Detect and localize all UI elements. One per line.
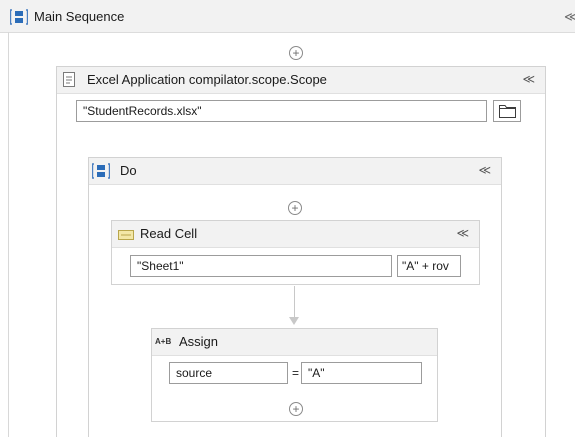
add-activity-icon[interactable]: + — [289, 402, 303, 416]
add-activity-icon[interactable]: + — [288, 201, 302, 215]
cell-input[interactable]: "A" + rov — [397, 255, 461, 277]
read-cell-icon — [118, 229, 134, 243]
flow-connector — [294, 286, 295, 318]
read-cell-activity[interactable]: Read Cell ≪ "Sheet1" "A" + rov — [111, 220, 480, 285]
workflow-designer-canvas: Main Sequence ≪ + Excel Application comp… — [0, 0, 575, 437]
assign-equals-sign: = — [292, 366, 300, 380]
assign-activity[interactable]: A+B Assign source = "A" + — [151, 328, 438, 422]
workbook-path-input[interactable]: "StudentRecords.xlsx" — [76, 100, 487, 122]
add-activity-icon[interactable]: + — [289, 46, 303, 60]
folder-icon — [499, 104, 516, 121]
read-cell-title: Read Cell — [140, 226, 198, 241]
main-sequence-body: + Excel Application compilator.scope.Sco… — [8, 32, 575, 437]
do-sequence-collapse-icon[interactable]: ≪ — [478, 163, 491, 177]
read-cell-collapse-icon[interactable]: ≪ — [456, 226, 469, 240]
flow-arrow-icon — [289, 317, 299, 325]
do-sequence[interactable]: Do ≪ + Read Cell ≪ "Sheet1" "A" + rov A+… — [88, 157, 502, 437]
excel-application-scope[interactable]: Excel Application compilator.scope.Scope… — [56, 66, 546, 437]
excel-scope-icon — [63, 72, 75, 90]
excel-scope-collapse-icon[interactable]: ≪ — [522, 72, 535, 86]
sequence-icon — [91, 163, 111, 182]
assign-title: Assign — [179, 334, 219, 349]
sequence-icon — [9, 9, 29, 28]
read-cell-header: Read Cell ≪ — [112, 221, 479, 248]
do-sequence-header: Do ≪ — [89, 158, 501, 185]
excel-scope-title: Excel Application compilator.scope.Scope — [87, 72, 327, 87]
main-sequence-header[interactable]: Main Sequence ≪ — [0, 0, 575, 33]
do-sequence-title: Do — [120, 163, 137, 178]
assign-header: A+B Assign — [152, 329, 437, 356]
browse-folder-button[interactable] — [493, 100, 521, 122]
assign-icon: A+B — [155, 337, 172, 346]
sheet-name-input[interactable]: "Sheet1" — [130, 255, 392, 277]
assign-value-input[interactable]: "A" — [301, 362, 422, 384]
main-sequence-collapse-icon[interactable]: ≪ — [564, 9, 575, 25]
assign-to-input[interactable]: source — [169, 362, 288, 384]
excel-scope-header: Excel Application compilator.scope.Scope… — [57, 67, 545, 94]
main-sequence-title: Main Sequence — [34, 9, 125, 24]
